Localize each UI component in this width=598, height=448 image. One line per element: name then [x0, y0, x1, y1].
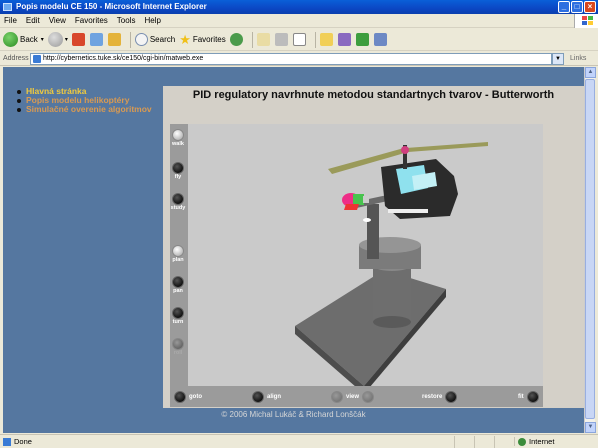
viewer-side-controls: walk fly study plan pan turn roll — [170, 124, 188, 386]
tail-marker — [344, 204, 359, 210]
tail-mount — [363, 196, 369, 203]
footer-credit: © 2006 Michal Lukáč & Richard Lonščák — [221, 410, 366, 419]
maximize-button[interactable]: □ — [571, 1, 583, 13]
folder-icon[interactable] — [319, 33, 333, 46]
address-label: Address — [3, 55, 29, 62]
vrml-viewer[interactable]: walk fly study plan pan turn roll goto a… — [170, 124, 543, 407]
favorites-label: Favorites — [192, 35, 226, 44]
zone-label: Internet — [529, 437, 555, 446]
done-page-icon — [3, 438, 11, 446]
address-bar: Address http://cybernetics.tuke.sk/ce150… — [0, 52, 598, 66]
counterweight-rod — [388, 209, 428, 213]
address-dropdown-button[interactable]: ▼ — [552, 52, 564, 65]
refresh-icon[interactable] — [89, 33, 103, 46]
align-button[interactable]: align — [252, 390, 284, 403]
back-label: Back — [20, 35, 38, 44]
sidebar: Hlavná stránka Popis modelu helikoptéry … — [3, 86, 163, 408]
column-bottom — [373, 316, 411, 328]
menu-view[interactable]: View — [49, 16, 66, 25]
favorites-button[interactable]: ★ Favorites — [179, 31, 226, 49]
menu-favorites[interactable]: Favorites — [75, 16, 108, 25]
page-footer: © 2006 Michal Lukáč & Richard Lonščák — [3, 408, 584, 433]
forward-arrow-icon — [47, 32, 63, 47]
pan-button[interactable]: pan — [170, 276, 186, 295]
view-button[interactable]: view — [331, 390, 375, 403]
next-view-icon — [362, 390, 375, 403]
restore-button[interactable]: restore — [419, 390, 458, 403]
turn-button[interactable]: turn — [170, 307, 186, 326]
messenger-icon[interactable] — [355, 33, 369, 46]
column-body — [373, 265, 411, 322]
study-button[interactable]: study — [170, 193, 186, 212]
search-button[interactable]: Search — [134, 31, 176, 49]
tool-icon[interactable] — [373, 33, 387, 46]
menu-help[interactable]: Help — [144, 16, 160, 25]
goto-button[interactable]: goto — [174, 390, 205, 403]
walk-button[interactable]: walk — [170, 129, 186, 148]
back-arrow-icon — [3, 32, 18, 47]
status-cell — [474, 435, 494, 448]
history-icon[interactable] — [229, 33, 243, 46]
main-content: PID regulatory navrhnute metodou standar… — [163, 86, 584, 408]
viewer-bottom-controls: goto align view restore fit — [170, 386, 543, 407]
plan-button[interactable]: plan — [170, 245, 186, 264]
mail-icon[interactable] — [256, 33, 270, 46]
rotor-hub — [401, 146, 409, 154]
fly-button[interactable]: fly — [170, 162, 186, 181]
helicopter-3d-scene[interactable] — [188, 124, 543, 386]
close-button[interactable]: × — [584, 1, 596, 13]
previous-view-icon — [331, 390, 343, 403]
search-label: Search — [149, 35, 176, 44]
window-title: Popis modelu CE 150 - Microsoft Internet… — [16, 2, 207, 11]
support-pin — [363, 218, 371, 222]
security-zone: Internet — [514, 437, 598, 446]
star-icon: ★ — [179, 31, 191, 47]
status-text-area: Done — [0, 437, 454, 446]
windows-logo-icon — [574, 14, 598, 28]
page-viewport: Hlavná stránka Popis modelu helikoptéry … — [3, 67, 584, 433]
menu-edit[interactable]: Edit — [26, 16, 40, 25]
search-icon — [134, 33, 148, 46]
stop-icon[interactable] — [71, 33, 85, 46]
links-button[interactable]: Links — [564, 55, 598, 62]
status-text: Done — [14, 437, 32, 446]
menu-tools[interactable]: Tools — [117, 16, 136, 25]
vertical-shaft — [367, 204, 379, 259]
scroll-down-button[interactable]: ▼ — [585, 422, 596, 433]
toolbar: Back ▾ ▾ Search ★ Favorites — [0, 29, 598, 51]
scroll-thumb[interactable] — [585, 79, 595, 419]
window-title-bar[interactable]: Popis modelu CE 150 - Microsoft Internet… — [0, 0, 598, 14]
status-cell — [494, 435, 514, 448]
menu-file[interactable]: File — [4, 16, 17, 25]
page-heading: PID regulatory navrhnute metodou standar… — [192, 89, 555, 101]
research-icon[interactable] — [337, 33, 351, 46]
edit-icon[interactable] — [292, 33, 306, 46]
forward-button[interactable]: ▾ — [47, 31, 68, 49]
page-icon — [33, 54, 41, 63]
sidebar-list: Hlavná stránka Popis modelu helikoptéry … — [17, 87, 163, 114]
fit-button[interactable]: fit — [515, 390, 539, 403]
address-url: http://cybernetics.tuke.sk/ce150/cgi-bin… — [43, 54, 204, 62]
ie-icon — [3, 3, 12, 11]
menu-bar: File Edit View Favorites Tools Help — [0, 14, 598, 28]
chevron-down-icon: ▾ — [64, 37, 68, 43]
back-button[interactable]: Back ▾ — [3, 31, 44, 49]
vertical-scrollbar[interactable]: ▲ ▼ — [584, 67, 596, 433]
tail-motor — [353, 194, 364, 205]
status-bar: Done Internet — [0, 434, 598, 448]
address-input[interactable]: http://cybernetics.tuke.sk/ce150/cgi-bin… — [30, 52, 552, 65]
chevron-down-icon: ▾ — [40, 37, 44, 43]
minimize-button[interactable]: _ — [558, 1, 570, 13]
status-cell — [454, 435, 474, 448]
internet-zone-icon — [518, 438, 526, 446]
print-icon[interactable] — [274, 33, 288, 46]
scroll-up-button[interactable]: ▲ — [585, 67, 596, 78]
roll-button[interactable]: roll — [170, 338, 186, 357]
page-top-band — [3, 67, 584, 86]
home-icon[interactable] — [107, 33, 121, 46]
sidebar-item-simulation[interactable]: Simulačné overenie algoritmov — [17, 105, 163, 114]
